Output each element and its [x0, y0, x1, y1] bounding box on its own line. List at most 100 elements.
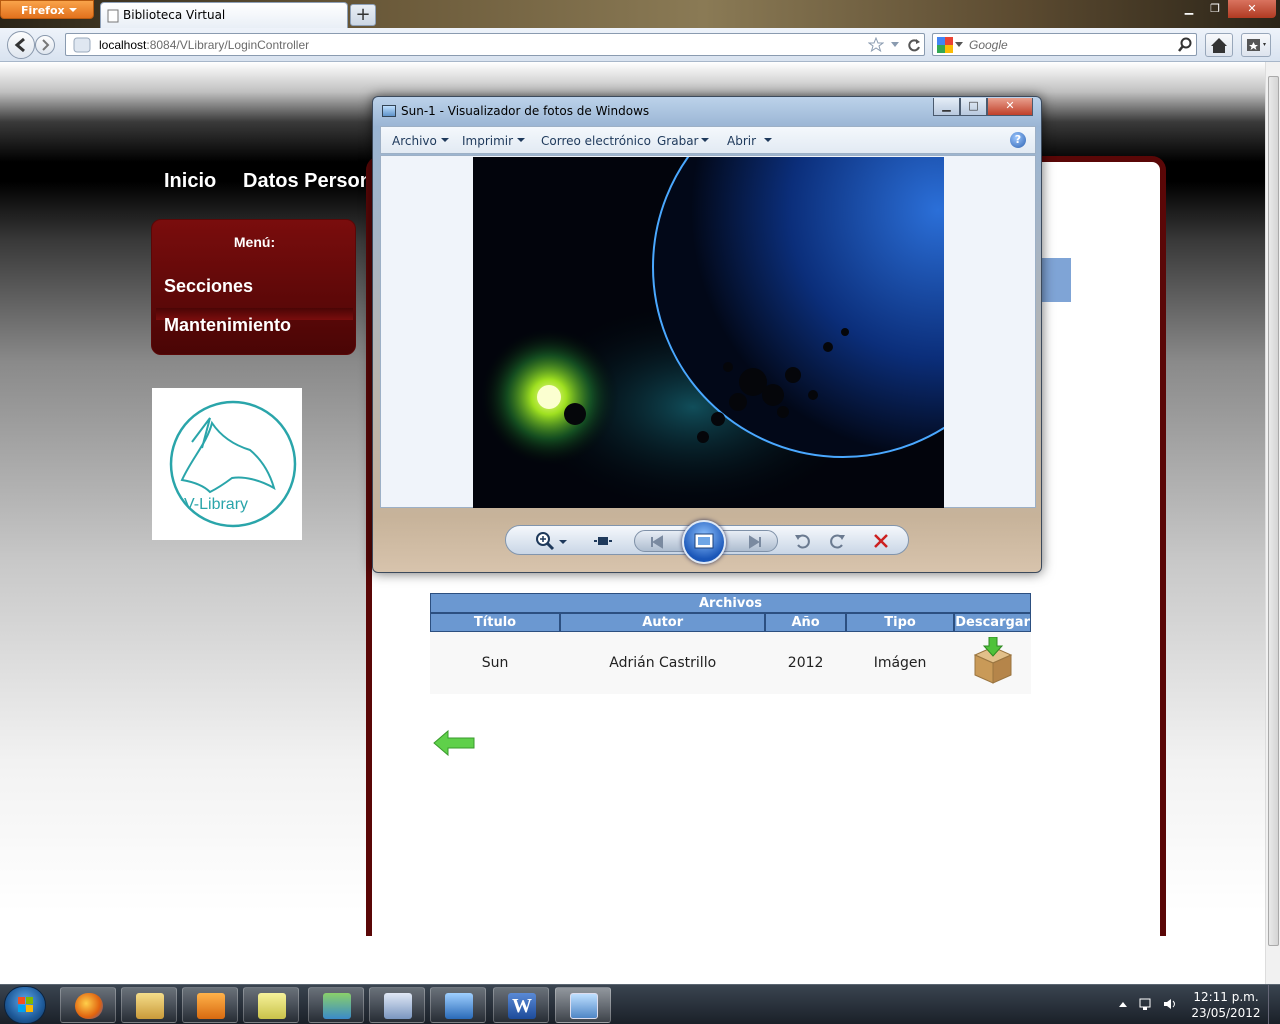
rotate-left-icon[interactable] [792, 530, 814, 552]
menu-imprimir[interactable]: Imprimir [462, 134, 513, 148]
clock-date: 23/05/2012 [1191, 1006, 1261, 1020]
chevron-down-icon [517, 138, 525, 142]
firefox-menu-label: Firefox [21, 4, 65, 17]
windows-taskbar: W 12:11 p.m. 23/05/2012 [0, 984, 1280, 1024]
photo-viewer-window: Sun-1 - Visualizador de fotos de Windows… [372, 96, 1042, 573]
zoom-icon[interactable] [534, 530, 556, 552]
browser-window-controls: ▁ ❐ ✕ [1176, 0, 1276, 18]
chevron-down-icon [701, 138, 709, 142]
taskbar-explorer[interactable] [121, 987, 177, 1023]
cell-tipo: Imágen [845, 632, 955, 694]
menu-abrir[interactable]: Abrir [727, 134, 756, 148]
scrollbar-thumb[interactable] [1268, 76, 1279, 946]
viewer-close-button[interactable]: ✕ [987, 98, 1033, 116]
chevron-down-icon[interactable] [890, 41, 900, 49]
cell-autor: Adrián Castrillo [560, 632, 766, 694]
logo-text: V-Library [184, 496, 249, 513]
taskbar-firefox[interactable] [60, 987, 116, 1023]
restore-button[interactable]: ❐ [1202, 0, 1228, 18]
google-icon [937, 37, 953, 53]
space-planet-image [473, 157, 944, 508]
cube-icon [384, 993, 412, 1019]
table-caption: Archivos [430, 593, 1031, 613]
taskbar-messenger[interactable] [308, 987, 364, 1023]
menu-item-secciones[interactable]: Secciones [164, 276, 253, 297]
slideshow-icon [694, 533, 714, 549]
taskbar-sticky-notes[interactable] [243, 987, 299, 1023]
back-button[interactable] [7, 31, 35, 59]
arrow-left-icon [14, 37, 25, 53]
photo-viewer-icon [382, 105, 396, 117]
windows-logo-icon [18, 997, 33, 1012]
show-desktop-button[interactable] [1268, 985, 1280, 1024]
messenger-icon [323, 993, 351, 1019]
viewer-maximize-button[interactable]: □ [960, 98, 987, 116]
minimize-button[interactable]: ▁ [1176, 0, 1202, 18]
browser-navbar: localhost:8084/VLibrary/LoginController … [0, 28, 1280, 62]
menu-item-mantenimiento[interactable]: Mantenimiento [164, 315, 291, 336]
nav-link-datos-personales[interactable]: Datos Person [243, 170, 372, 193]
vertical-scrollbar[interactable] [1265, 62, 1280, 984]
url-bar[interactable]: localhost:8084/VLibrary/LoginController [65, 33, 925, 56]
viewer-stage [380, 155, 1036, 508]
close-button[interactable]: ✕ [1228, 0, 1276, 18]
photo-viewer-icon [570, 993, 598, 1019]
bookmark-star-icon[interactable] [868, 37, 884, 53]
delete-icon[interactable] [870, 530, 892, 552]
previous-icon[interactable] [649, 534, 665, 550]
back-arrow-icon[interactable] [432, 728, 476, 758]
chevron-down-icon[interactable] [955, 42, 963, 48]
home-button[interactable] [1205, 33, 1233, 57]
menu-archivo[interactable]: Archivo [392, 134, 437, 148]
slideshow-button[interactable] [682, 520, 726, 564]
new-tab-button[interactable]: + [350, 4, 376, 26]
url-host: localhost [99, 38, 147, 52]
menu-grabar[interactable]: Grabar [657, 134, 699, 148]
menu-title: Menú: [233, 234, 276, 250]
column-header-titulo: Título [430, 613, 561, 632]
browser-titlebar: Firefox Biblioteca Virtual + ▁ ❐ ✕ [0, 0, 1280, 29]
search-bar[interactable]: Google [932, 33, 1197, 56]
search-icon[interactable] [1177, 37, 1193, 53]
viewer-menubar: Archivo Imprimir Correo electrónico Grab… [380, 126, 1036, 154]
reload-icon[interactable] [906, 37, 922, 53]
word-icon: W [508, 993, 536, 1019]
firefox-icon [75, 993, 103, 1019]
help-icon[interactable]: ? [1010, 132, 1026, 148]
taskbar-app-lightning[interactable] [430, 987, 486, 1023]
chevron-down-icon[interactable] [558, 530, 568, 552]
download-box-icon[interactable] [971, 636, 1015, 685]
actual-size-icon[interactable] [592, 530, 614, 552]
taskbar-clock[interactable]: 12:11 p.m. 23/05/2012 [1188, 989, 1264, 1021]
url-path: :8084/VLibrary/LoginController [146, 38, 310, 52]
forward-button[interactable] [35, 35, 55, 55]
viewer-window-controls: ▁ □ ✕ [933, 98, 1033, 116]
cell-descargar [954, 632, 1031, 694]
tab-biblioteca-virtual[interactable]: Biblioteca Virtual [100, 2, 348, 29]
taskbar-media-player[interactable] [182, 987, 238, 1023]
bookmarks-button[interactable] [1241, 33, 1271, 57]
tab-title: Biblioteca Virtual [123, 8, 226, 22]
firefox-menu-button[interactable]: Firefox [0, 0, 94, 19]
volume-icon[interactable] [1162, 997, 1178, 1011]
folder-icon [136, 993, 164, 1019]
taskbar-word[interactable]: W [493, 987, 549, 1023]
column-header-anio: Año [765, 613, 846, 632]
table-row: Sun Adrián Castrillo 2012 Imágen [430, 632, 1031, 694]
network-icon[interactable] [1139, 997, 1155, 1011]
viewer-minimize-button[interactable]: ▁ [933, 98, 960, 116]
url-text: localhost:8084/VLibrary/LoginController [99, 38, 309, 52]
home-icon [1211, 38, 1227, 53]
chevron-down-icon [69, 8, 77, 12]
arrow-right-icon [42, 39, 50, 51]
cell-titulo: Sun [430, 632, 561, 694]
nav-link-inicio[interactable]: Inicio [164, 170, 216, 193]
start-button[interactable] [4, 986, 46, 1024]
taskbar-photo-viewer[interactable] [555, 987, 611, 1023]
rotate-right-icon[interactable] [826, 530, 848, 552]
menu-correo-electronico[interactable]: Correo electrónico [541, 134, 651, 148]
show-hidden-icons-icon[interactable] [1116, 997, 1130, 1011]
next-icon[interactable] [747, 534, 763, 550]
table-header-row: Título Autor Año Tipo Descargar [430, 613, 1031, 632]
taskbar-virtualbox[interactable] [369, 987, 425, 1023]
